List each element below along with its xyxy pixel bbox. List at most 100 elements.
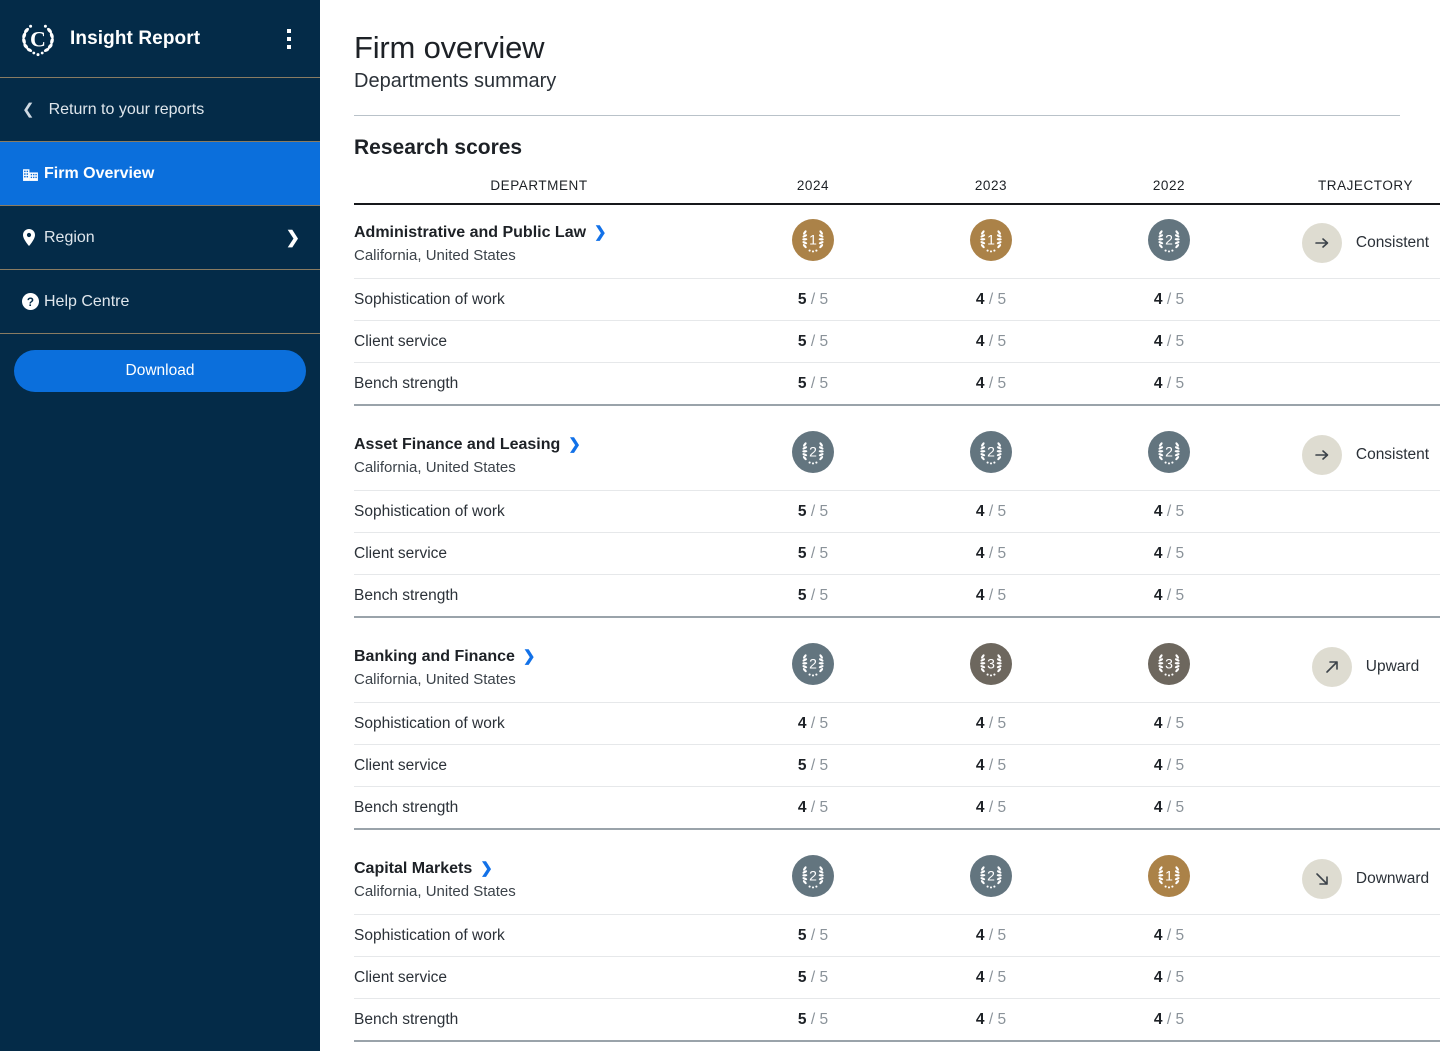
tier-badge-1: 1 (970, 219, 1012, 261)
arrow-down-right-icon (1302, 859, 1342, 899)
svg-text:2: 2 (809, 868, 817, 884)
chevron-right-icon: ❯ (286, 228, 300, 248)
department-name-link[interactable]: Administrative and Public Law❯ (354, 224, 607, 241)
metric-label: Sophistication of work (354, 915, 724, 957)
main-content: Firm overview Departments summary Resear… (320, 0, 1440, 1051)
metric-row: Client service5 / 54 / 54 / 5 (354, 533, 1440, 575)
tier-badge-1: 1 (1148, 855, 1190, 897)
department-location: California, United States (354, 671, 724, 688)
sidebar-item-region[interactable]: Region ❯ (0, 206, 320, 270)
metric-empty-cell (1258, 533, 1440, 575)
tier-cell-2023: 2 (902, 841, 1080, 915)
metric-row: Client service5 / 54 / 54 / 5 (354, 957, 1440, 999)
metric-value-2022: 4 / 5 (1080, 745, 1258, 787)
metric-value-2024: 5 / 5 (724, 575, 902, 618)
trajectory: Consistent (1302, 223, 1429, 263)
department-location: California, United States (354, 883, 724, 900)
tier-cell-2023: 2 (902, 417, 1080, 491)
chevron-right-icon[interactable]: ❯ (594, 224, 607, 241)
metric-label: Client service (354, 533, 724, 575)
metric-value-2022: 4 / 5 (1080, 575, 1258, 618)
metric-value-2023: 4 / 5 (902, 321, 1080, 363)
chevron-right-icon[interactable]: ❯ (523, 648, 536, 665)
tier-cell-2022: 1 (1080, 841, 1258, 915)
tier-badge-2: 2 (970, 431, 1012, 473)
department-row: Asset Finance and Leasing❯ California, U… (354, 417, 1440, 491)
metric-value-2023: 4 / 5 (902, 363, 1080, 406)
department-name-link[interactable]: Banking and Finance❯ (354, 648, 536, 665)
laurel-c-logo-icon: C (18, 19, 58, 59)
metric-empty-cell (1258, 787, 1440, 830)
more-vertical-icon[interactable] (278, 26, 300, 52)
metric-row: Client service5 / 54 / 54 / 5 (354, 745, 1440, 787)
metric-row: Client service5 / 54 / 54 / 5 (354, 321, 1440, 363)
department-name-link[interactable]: Asset Finance and Leasing❯ (354, 436, 581, 453)
svg-text:3: 3 (987, 656, 995, 672)
metric-value-2022: 4 / 5 (1080, 491, 1258, 533)
brand-title: Insight Report (70, 28, 278, 50)
metric-label: Sophistication of work (354, 703, 724, 745)
sidebar-item-firm-overview[interactable]: Firm Overview (0, 142, 320, 206)
metric-empty-cell (1258, 915, 1440, 957)
metric-value-2023: 4 / 5 (902, 575, 1080, 618)
trajectory: Upward (1312, 647, 1419, 687)
metric-row: Bench strength5 / 54 / 54 / 5 (354, 575, 1440, 618)
metric-empty-cell (1258, 279, 1440, 321)
svg-text:2: 2 (987, 868, 995, 884)
group-spacer (354, 829, 1440, 841)
department-name-link[interactable]: Capital Markets❯ (354, 860, 493, 877)
metric-value-2024: 5 / 5 (724, 279, 902, 321)
tier-cell-2024: 2 (724, 841, 902, 915)
table-head: DEPARTMENT 2024 2023 2022 TRAJECTORY (354, 178, 1440, 204)
column-header-2023: 2023 (902, 178, 1080, 204)
table-header-row: DEPARTMENT 2024 2023 2022 TRAJECTORY (354, 178, 1440, 204)
arrow-right-icon (1302, 223, 1342, 263)
metric-value-2022: 4 / 5 (1080, 363, 1258, 406)
page-title: Firm overview (354, 0, 1400, 66)
metric-empty-cell (1258, 491, 1440, 533)
svg-text:?: ? (27, 296, 34, 309)
trajectory-cell: Downward (1258, 841, 1440, 915)
sidebar-item-help-centre[interactable]: ? Help Centre (0, 270, 320, 334)
metric-label: Client service (354, 745, 724, 787)
metric-label: Client service (354, 321, 724, 363)
download-button[interactable]: Download (14, 350, 306, 392)
tier-badge-2: 2 (970, 855, 1012, 897)
metric-value-2024: 5 / 5 (724, 491, 902, 533)
column-header-2024: 2024 (724, 178, 902, 204)
metric-value-2024: 5 / 5 (724, 999, 902, 1042)
department-cell: Banking and Finance❯ California, United … (354, 629, 724, 703)
metric-value-2022: 4 / 5 (1080, 957, 1258, 999)
tier-cell-2022: 2 (1080, 204, 1258, 279)
chevron-right-icon[interactable]: ❯ (480, 860, 493, 877)
app-root: C Insight Report ❮ Return to your report… (0, 0, 1440, 1051)
arrow-up-right-icon (1312, 647, 1352, 687)
metric-value-2022: 4 / 5 (1080, 703, 1258, 745)
metric-label: Client service (354, 957, 724, 999)
metric-empty-cell (1258, 321, 1440, 363)
tier-badge-1: 1 (792, 219, 834, 261)
metric-value-2023: 4 / 5 (902, 745, 1080, 787)
sidebar-item-return-to-reports[interactable]: ❮ Return to your reports (0, 78, 320, 142)
metric-value-2022: 4 / 5 (1080, 915, 1258, 957)
svg-text:C: C (30, 26, 46, 51)
metric-value-2024: 5 / 5 (724, 745, 902, 787)
department-cell: Administrative and Public Law❯ Californi… (354, 204, 724, 279)
trajectory-label: Consistent (1356, 446, 1429, 464)
department-cell: Capital Markets❯ California, United Stat… (354, 841, 724, 915)
metric-value-2023: 4 / 5 (902, 915, 1080, 957)
svg-text:1: 1 (809, 232, 817, 248)
metric-value-2023: 4 / 5 (902, 957, 1080, 999)
group-spacer (354, 405, 1440, 417)
metric-value-2024: 5 / 5 (724, 533, 902, 575)
metric-value-2022: 4 / 5 (1080, 321, 1258, 363)
metric-value-2022: 4 / 5 (1080, 999, 1258, 1042)
chevron-right-icon[interactable]: ❯ (568, 436, 581, 453)
svg-text:2: 2 (1165, 444, 1173, 460)
metric-label: Bench strength (354, 999, 724, 1042)
svg-text:1: 1 (1165, 868, 1173, 884)
metric-label: Sophistication of work (354, 491, 724, 533)
metric-label: Bench strength (354, 363, 724, 406)
tier-badge-2: 2 (792, 643, 834, 685)
arrow-right-icon (1302, 435, 1342, 475)
